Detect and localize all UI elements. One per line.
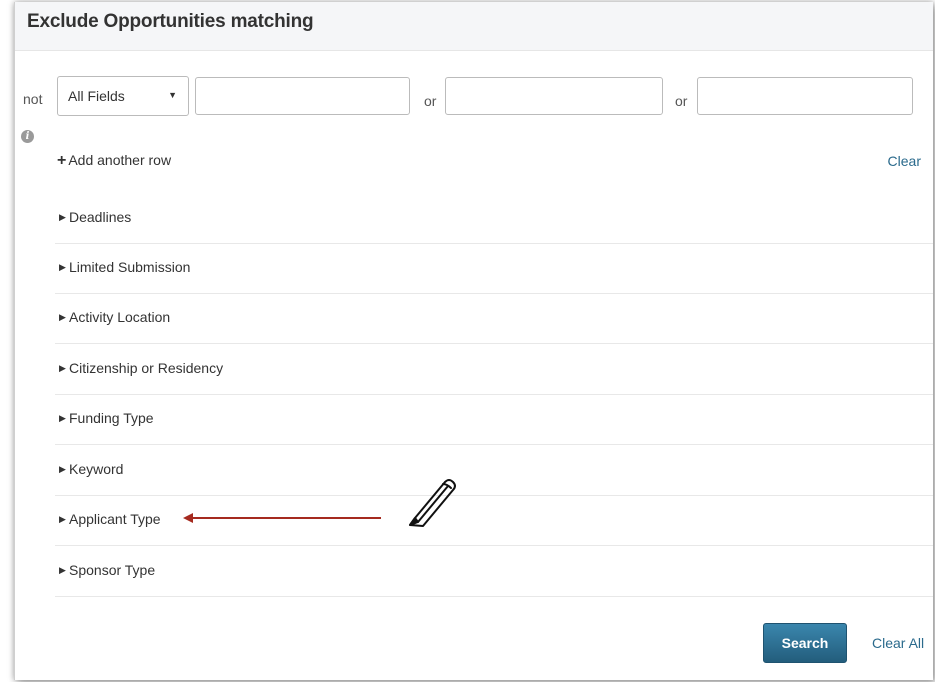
- or-label-1: or: [424, 93, 437, 109]
- info-icon[interactable]: i: [21, 130, 34, 143]
- caret-right-icon: ▶: [59, 413, 66, 423]
- annotation-arrow-head: [183, 513, 193, 523]
- section-citizenship[interactable]: ▶ Citizenship or Residency: [55, 345, 933, 395]
- panel-title: Exclude Opportunities matching: [27, 11, 314, 32]
- section-label: Deadlines: [69, 209, 132, 225]
- section-label: Sponsor Type: [69, 562, 156, 578]
- section-label: Citizenship or Residency: [69, 360, 224, 376]
- caret-right-icon: ▶: [59, 262, 66, 272]
- caret-right-icon: ▶: [59, 212, 66, 222]
- section-label: Activity Location: [69, 309, 171, 325]
- search-term-input-1[interactable]: [195, 77, 410, 115]
- section-limited-submission[interactable]: ▶ Limited Submission: [55, 244, 933, 294]
- clear-link[interactable]: Clear: [888, 153, 921, 169]
- section-label: Keyword: [69, 461, 124, 477]
- pencil-icon: [409, 479, 456, 527]
- caret-right-icon: ▶: [59, 363, 66, 373]
- search-term-input-3[interactable]: [697, 77, 913, 115]
- search-button[interactable]: Search: [763, 623, 847, 663]
- plus-icon: +: [57, 152, 67, 169]
- annotation-arrow-line: [191, 517, 381, 519]
- section-deadlines[interactable]: ▶ Deadlines: [55, 194, 933, 244]
- section-label: Funding Type: [69, 410, 154, 426]
- section-label: Limited Submission: [69, 259, 191, 275]
- caret-right-icon: ▶: [59, 464, 66, 474]
- not-label: not: [23, 91, 43, 107]
- or-label-2: or: [675, 93, 688, 109]
- field-select[interactable]: All Fields ▼: [57, 76, 189, 116]
- clear-all-link[interactable]: Clear All: [872, 635, 924, 651]
- section-activity-location[interactable]: ▶ Activity Location: [55, 294, 933, 344]
- add-row-label: Add another row: [68, 152, 172, 168]
- add-row-link[interactable]: + Add another row: [57, 152, 171, 170]
- caret-right-icon: ▶: [59, 312, 66, 322]
- section-keyword[interactable]: ▶ Keyword: [55, 446, 933, 496]
- panel-header: Exclude Opportunities matching: [15, 2, 933, 51]
- section-funding-type[interactable]: ▶ Funding Type: [55, 395, 933, 445]
- caret-right-icon: ▶: [59, 565, 66, 575]
- section-sponsor-type[interactable]: ▶ Sponsor Type: [55, 547, 933, 597]
- field-select-value: All Fields: [68, 88, 125, 104]
- exclude-panel: Exclude Opportunities matching not All F…: [14, 2, 933, 680]
- caret-right-icon: ▶: [59, 514, 66, 524]
- search-term-input-2[interactable]: [445, 77, 663, 115]
- section-label: Applicant Type: [69, 511, 161, 527]
- caret-down-icon: ▼: [168, 90, 177, 100]
